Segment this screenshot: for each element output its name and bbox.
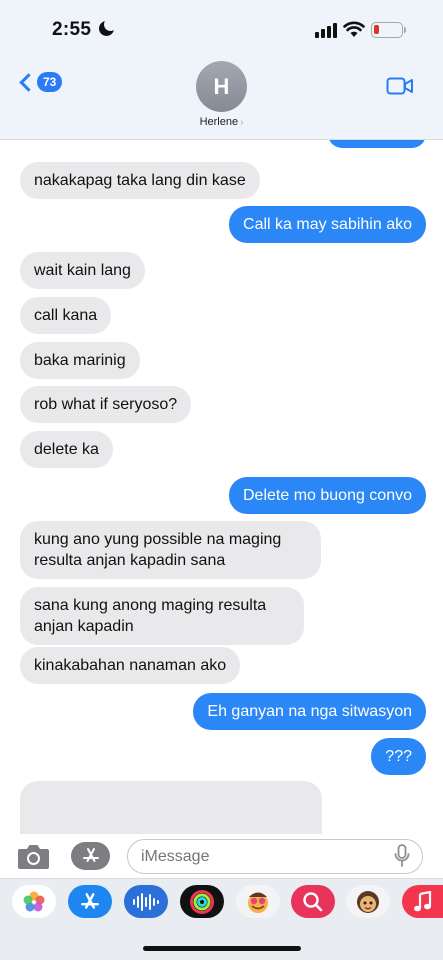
message-bubble-incoming: delete ka (20, 431, 113, 468)
unread-count-badge: 73 (37, 72, 63, 92)
message-list[interactable]: nakakapag taka lang din kase Call ka may… (0, 140, 443, 834)
message-bubble-incoming: kinakabahan nanaman ako (20, 647, 241, 684)
app-store-icon (82, 848, 99, 862)
moon-icon (99, 18, 117, 36)
message-bubble-incoming: kung ano yung possible na maging resulta… (20, 521, 321, 579)
chevron-left-icon (19, 72, 38, 92)
contact-name-button[interactable]: Herlene › (0, 116, 443, 128)
audio-message-icon[interactable] (124, 885, 168, 918)
memoji-icon[interactable] (346, 885, 390, 918)
message-bubble-outgoing: Eh ganyan na nga sitwasyon (193, 693, 426, 730)
photos-app-icon[interactable] (12, 885, 56, 918)
message-bubble-incoming-partial (20, 781, 322, 834)
message-bubble-outgoing: Call ka may sabihin ako (229, 206, 426, 243)
activity-icon[interactable] (180, 885, 224, 918)
wifi-icon (343, 21, 365, 37)
cellular-signal-icon (315, 22, 337, 38)
contact-avatar[interactable]: H (196, 61, 247, 112)
imessage-input[interactable] (127, 839, 423, 874)
camera-icon[interactable] (17, 842, 50, 870)
contact-name: Herlene (199, 116, 239, 128)
memoji-stickers-icon[interactable] (236, 885, 280, 918)
app-store-app-icon[interactable] (68, 885, 112, 918)
conversation-header: 73 H Herlene › (0, 58, 443, 140)
image-search-icon[interactable] (291, 885, 335, 918)
message-bubble-outgoing-partial (328, 140, 426, 148)
chevron-right-icon: › (240, 117, 244, 128)
message-bubble-incoming: baka marinig (20, 342, 140, 379)
status-bar: 2:55 (0, 0, 443, 58)
message-bubble-incoming: wait kain lang (20, 252, 145, 289)
back-button[interactable]: 73 (16, 72, 63, 92)
message-bubble-outgoing: ??? (371, 738, 426, 775)
message-bubble-incoming: nakakapag taka lang din kase (20, 162, 260, 199)
video-call-icon[interactable] (386, 75, 414, 97)
compose-bar (0, 834, 443, 878)
message-bubble-outgoing: Delete mo buong convo (229, 477, 426, 514)
app-store-button[interactable] (71, 842, 110, 870)
message-bubble-incoming: call kana (20, 297, 112, 334)
music-icon[interactable] (402, 885, 443, 918)
home-indicator[interactable] (143, 946, 301, 951)
microphone-icon[interactable] (394, 844, 410, 868)
message-bubble-incoming: sana kung anong maging resulta anjan kap… (20, 587, 304, 645)
battery-icon (371, 22, 406, 38)
message-bubble-incoming: rob what if seryoso? (20, 386, 192, 423)
avatar-initial: H (213, 73, 230, 99)
status-time: 2:55 (52, 19, 92, 40)
